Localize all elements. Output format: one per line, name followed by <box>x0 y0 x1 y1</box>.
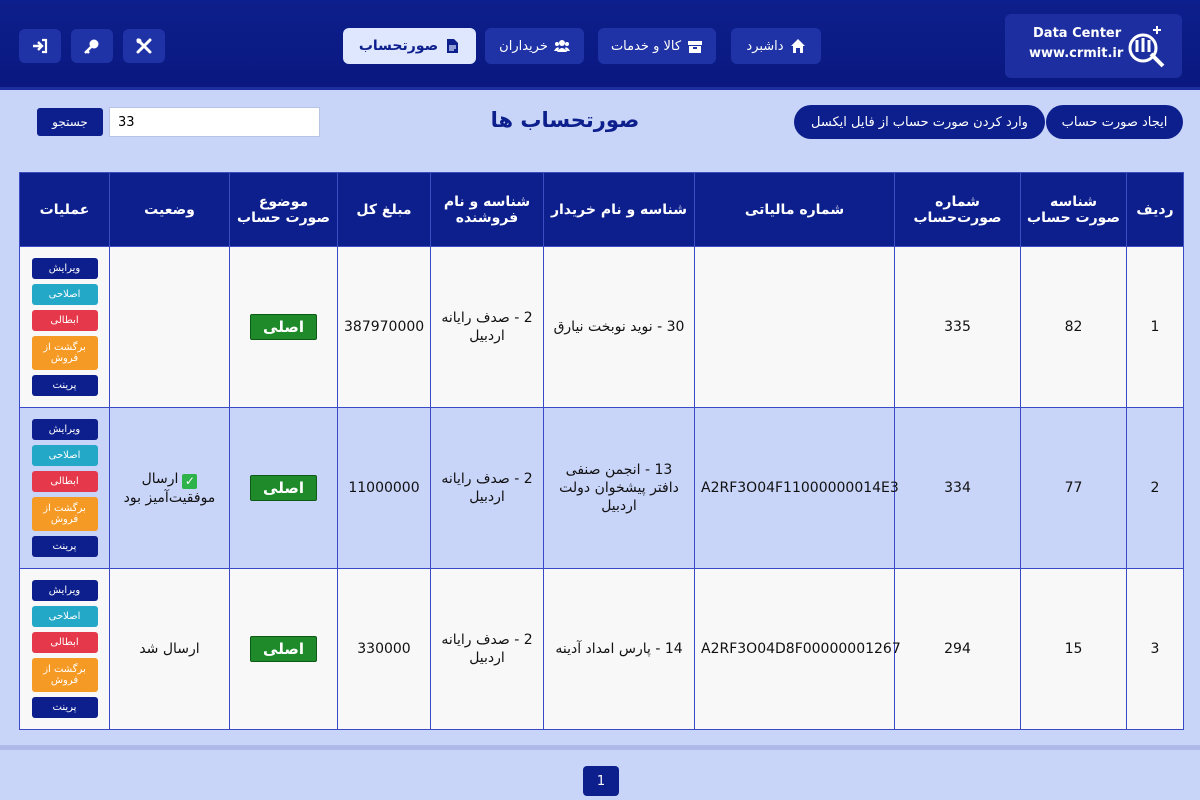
cell-status: ✓ارسال موفقیت‌آمیز بود <box>109 407 230 569</box>
logout-button[interactable] <box>19 29 61 63</box>
table-row: 1 82 335 30 - نوید نوبخت نیارق 2 - صدف ر… <box>19 246 1184 408</box>
col-subject: موضوع صورت حساب <box>229 172 338 247</box>
cell-tax-number <box>694 246 895 408</box>
cell-invoice-number: 334 <box>894 407 1021 569</box>
cancel-button[interactable]: ابطالی <box>31 310 98 331</box>
cell-invoice-number: 294 <box>894 568 1021 730</box>
nav-invoices[interactable]: صورتحساب <box>343 28 476 64</box>
table-header-row: ردیف شناسه صورت حساب شماره صورت‌حساب شما… <box>19 172 1184 247</box>
cell-invoice-id: 15 <box>1020 568 1127 730</box>
box-icon <box>688 41 703 53</box>
print-button[interactable]: پرینت <box>31 536 98 557</box>
col-buyer: شناسه و نام خریدار <box>543 172 695 247</box>
brand-title: Data Center <box>1033 26 1122 41</box>
nav-buyers-label: خریداران <box>499 38 548 54</box>
nav-products[interactable]: کالا و خدمات <box>598 28 716 64</box>
search-button[interactable]: جستجو <box>37 108 103 136</box>
col-row: ردیف <box>1126 172 1184 247</box>
import-excel-button[interactable]: وارد کردن صورت حساب از فایل ایکسل <box>794 105 1045 139</box>
table-row: 3 15 294 A2RF3O04D8F00000001267 14 - پار… <box>19 568 1184 730</box>
key-icon <box>84 39 99 54</box>
cell-invoice-number: 335 <box>894 246 1021 408</box>
col-invoice-number: شماره صورت‌حساب <box>894 172 1021 247</box>
correction-button[interactable]: اصلاحی <box>31 606 98 627</box>
sales-return-button[interactable]: برگشت از فروش <box>31 658 98 692</box>
cell-buyer: 13 - انجمن صنفی دافتر پیشخوان دولت اردبی… <box>543 407 695 569</box>
crmit-logo-icon <box>1128 26 1165 68</box>
cell-tax-number: A2RF3O04F11000000014E3 <box>694 407 899 569</box>
status-text: ارسال موفقیت‌آمیز بود <box>123 470 216 506</box>
print-button[interactable]: پرینت <box>31 697 98 718</box>
cell-subject: اصلی <box>229 246 338 408</box>
cell-row: 3 <box>1126 568 1184 730</box>
cell-buyer: 30 - نوید نوبخت نیارق <box>543 246 695 408</box>
sales-return-button[interactable]: برگشت از فروش <box>31 336 98 370</box>
brand-logo[interactable]: Data Center www.crmit.ir <box>1005 14 1182 78</box>
cell-actions: ویرایش اصلاحی ابطالی برگشت از فروش پرینت <box>19 407 110 569</box>
cell-invoice-id: 82 <box>1020 246 1127 408</box>
col-invoice-id: شناسه صورت حساب <box>1020 172 1127 247</box>
cell-actions: ویرایش اصلاحی ابطالی برگشت از فروش پرینت <box>19 568 110 730</box>
correction-button[interactable]: اصلاحی <box>31 284 98 305</box>
footer-divider <box>0 745 1200 750</box>
cell-seller: 2 - صدف رایانه اردبیل <box>430 568 544 730</box>
brand-url: www.crmit.ir <box>1029 46 1124 61</box>
users-icon <box>553 40 570 52</box>
subject-badge: اصلی <box>250 314 317 340</box>
print-button[interactable]: پرینت <box>31 375 98 396</box>
correction-button[interactable]: اصلاحی <box>31 445 98 466</box>
cell-row: 1 <box>1126 246 1184 408</box>
tools-button[interactable] <box>123 29 165 63</box>
cancel-button[interactable]: ابطالی <box>31 471 98 492</box>
sales-return-button[interactable]: برگشت از فروش <box>31 497 98 531</box>
cell-seller: 2 - صدف رایانه اردبیل <box>430 407 544 569</box>
edit-button[interactable]: ویرایش <box>31 419 98 440</box>
col-amount: مبلغ کل <box>337 172 431 247</box>
cell-row: 2 <box>1126 407 1184 569</box>
page-title: صورتحساب ها <box>490 108 640 132</box>
cancel-button[interactable]: ابطالی <box>31 632 98 653</box>
search-input[interactable] <box>109 107 320 137</box>
tools-icon <box>136 38 152 54</box>
nav-invoices-label: صورتحساب <box>358 38 439 54</box>
cell-amount: 387970000 <box>337 246 431 408</box>
cell-tax-number: A2RF3O04D8F00000001267 <box>694 568 901 730</box>
top-bar: Data Center www.crmit.ir داشبرد کالا و خ… <box>0 0 1200 90</box>
cell-status <box>109 246 230 408</box>
table-row: 2 77 334 A2RF3O04F11000000014E3 13 - انج… <box>19 407 1184 569</box>
home-icon <box>790 39 805 53</box>
col-status: وضعیت <box>109 172 230 247</box>
cell-actions: ویرایش اصلاحی ابطالی برگشت از فروش پرینت <box>19 246 110 408</box>
nav-buyers[interactable]: خریداران <box>485 28 584 64</box>
edit-button[interactable]: ویرایش <box>31 580 98 601</box>
cell-subject: اصلی <box>229 568 338 730</box>
check-icon: ✓ <box>182 473 198 489</box>
subject-badge: اصلی <box>250 636 317 662</box>
cell-seller: 2 - صدف رایانه اردبیل <box>430 246 544 408</box>
invoice-icon <box>447 39 459 53</box>
nav-dashboard[interactable]: داشبرد <box>731 28 821 64</box>
nav-dashboard-label: داشبرد <box>746 38 784 54</box>
edit-button[interactable]: ویرایش <box>31 258 98 279</box>
create-invoice-button[interactable]: ایجاد صورت حساب <box>1046 105 1183 139</box>
cell-subject: اصلی <box>229 407 338 569</box>
col-tax-number: شماره مالیاتی <box>694 172 895 247</box>
col-actions: عملیات <box>19 172 110 247</box>
page-1-button[interactable]: 1 <box>583 766 619 796</box>
logout-icon <box>33 38 48 54</box>
key-button[interactable] <box>71 29 113 63</box>
nav-products-label: کالا و خدمات <box>610 38 682 54</box>
cell-amount: 11000000 <box>337 407 431 569</box>
col-seller: شناسه و نام فروشنده <box>430 172 544 247</box>
cell-buyer: 14 - پارس امداد آدینه <box>543 568 695 730</box>
cell-status: ارسال شد <box>109 568 230 730</box>
subject-badge: اصلی <box>250 475 317 501</box>
cell-amount: 330000 <box>337 568 431 730</box>
invoices-table: ردیف شناسه صورت حساب شماره صورت‌حساب شما… <box>19 172 1184 730</box>
cell-invoice-id: 77 <box>1020 407 1127 569</box>
